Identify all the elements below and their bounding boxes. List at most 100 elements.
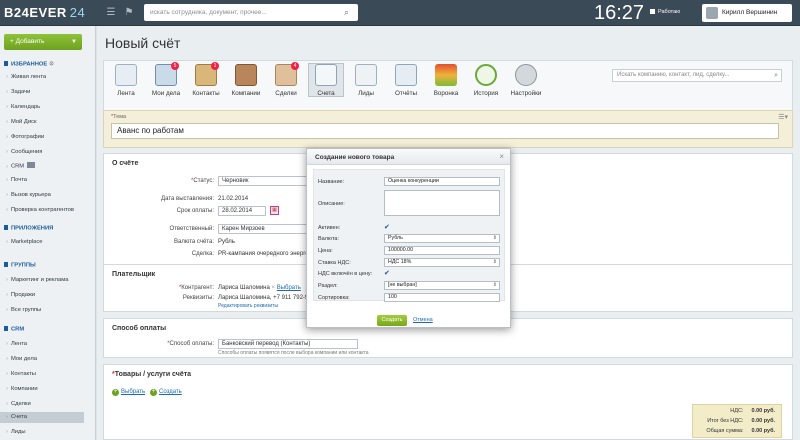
issued-value: 21.02.2014: [218, 196, 249, 202]
gear-icon[interactable]: ⚙: [49, 62, 54, 68]
section-menu-icon[interactable]: ☰▾: [778, 113, 788, 121]
name-input[interactable]: Оценка конкуренции: [384, 177, 500, 186]
close-icon[interactable]: ×: [499, 152, 504, 161]
companies-icon: [235, 64, 257, 86]
page-title: Новый счёт: [105, 35, 181, 51]
sidebar-item-disk[interactable]: Мой Диск: [6, 119, 37, 125]
sidebar-item-marketplace[interactable]: Marketplace: [6, 239, 43, 245]
plus-icon: +: [150, 389, 157, 396]
section-groups[interactable]: ГРУППЫ: [4, 262, 36, 269]
sidebar-item-crm-feed[interactable]: Лента: [6, 341, 27, 347]
sidebar-item-leads[interactable]: Лиды: [6, 429, 26, 435]
requisites-label: Реквизиты:: [182, 295, 214, 301]
global-search-input[interactable]: искать сотрудника, документ, прочее... ⌕: [144, 4, 358, 21]
status-icon: [650, 9, 655, 14]
settings-icon: [515, 64, 537, 86]
sidebar-item-crm[interactable]: CRM: [6, 162, 36, 170]
tab-settings[interactable]: Настройки: [508, 64, 544, 97]
sidebar-item-contacts[interactable]: Контакты: [6, 371, 36, 377]
currency-label: Валюта:: [318, 236, 339, 242]
theme-label: *Тема: [111, 114, 127, 120]
menu-icon[interactable]: ☰: [104, 6, 118, 20]
tab-leads[interactable]: Лиды: [348, 64, 384, 97]
counterparty-label: *Контрагент:: [178, 285, 214, 291]
sidebar-item-feed[interactable]: Живая лента: [6, 74, 46, 80]
price-input[interactable]: 100000.00: [384, 246, 500, 255]
add-button[interactable]: + Добавить ▼: [4, 34, 82, 50]
currency-select[interactable]: Рубль: [384, 234, 500, 243]
counterparty-value: Лариса Шаломина × Выбрать: [218, 285, 301, 291]
tab-invoices[interactable]: Счета: [308, 63, 344, 97]
sidebar-item-companies[interactable]: Компании: [6, 386, 38, 392]
create-button[interactable]: Создать: [377, 315, 407, 326]
sidebar-item-photos[interactable]: Фотографии: [6, 134, 44, 140]
vat-rate-label: Ставка НДС:: [318, 260, 351, 266]
theme-input[interactable]: Аванс по работам: [111, 123, 779, 139]
section-favorites[interactable]: ИЗБРАННОЕ ⚙: [4, 61, 54, 68]
sidebar-item-deals[interactable]: Сделки: [6, 401, 31, 407]
vat-included-checkbox[interactable]: ✔: [384, 270, 391, 277]
deal-value[interactable]: PR-кампания очередного энергет: [218, 251, 311, 257]
section-crm[interactable]: CRM: [4, 326, 24, 333]
sidebar-item-my-tasks[interactable]: Мои дела: [6, 356, 37, 362]
contacts-icon: 1: [195, 62, 219, 86]
sidebar-item-sales[interactable]: Продажи: [6, 292, 35, 298]
description-label: Описание:: [318, 201, 345, 207]
calendar-icon[interactable]: ▦: [270, 206, 279, 215]
vat-rate-select[interactable]: НДС 18%: [384, 258, 500, 267]
sidebar-item-marketing[interactable]: Маркетинг и реклама: [6, 277, 69, 283]
status-select[interactable]: Черновик: [218, 176, 308, 186]
responsible-label: Ответственный:: [169, 226, 214, 232]
tab-my-tasks[interactable]: 5 Мои дела: [148, 62, 184, 97]
feed-icon: [115, 64, 137, 86]
sidebar-item-courier[interactable]: Вызов курьера: [6, 192, 51, 198]
description-textarea[interactable]: [384, 190, 500, 216]
tab-reports[interactable]: Отчёты: [388, 64, 424, 97]
section-apps[interactable]: ПРИЛОЖЕНИЯ: [4, 225, 53, 232]
edit-requisites-link[interactable]: Редактировать реквизиты: [218, 303, 278, 309]
crm-search-input[interactable]: Искать компанию, контакт, лид, сделку...…: [612, 69, 782, 82]
currency-value: Рубль: [218, 239, 235, 245]
sort-input[interactable]: 100: [384, 293, 500, 302]
crm-icon: [27, 162, 36, 168]
logo[interactable]: B24EVER 24: [4, 5, 85, 20]
responsible-input[interactable]: Карен Мирзоев: [218, 224, 308, 234]
search-icon[interactable]: ⌕: [344, 7, 354, 17]
tab-contacts[interactable]: 1 Контакты: [188, 62, 224, 97]
net-total: Итог без НДС: 0.00 руб.: [707, 418, 775, 424]
payment-method-label: *Способ оплаты:: [167, 341, 214, 347]
chevron-down-icon: ▼: [71, 39, 77, 45]
sidebar-item-mail[interactable]: Почта: [6, 177, 27, 183]
counterparty-select-link[interactable]: Выбрать: [277, 285, 301, 291]
tab-funnel[interactable]: Воронка: [428, 64, 464, 97]
tab-history[interactable]: История: [468, 64, 504, 97]
goods-select-link[interactable]: + Выбрать: [112, 389, 145, 396]
section-select[interactable]: [не выбран]: [384, 281, 500, 290]
goods-panel: *Товары / услуги счёта + Выбрать + Создать: [103, 364, 793, 440]
cancel-link[interactable]: Отмена: [413, 317, 433, 323]
invoices-icon: [315, 64, 337, 86]
status-label: *Статус:: [191, 178, 214, 184]
goods-create-link[interactable]: + Создать: [150, 389, 182, 396]
worktime-status[interactable]: Работаю: [650, 9, 680, 15]
tab-deals[interactable]: 4 Сделки: [268, 62, 304, 97]
tab-feed[interactable]: Лента: [108, 64, 144, 97]
about-title: О счёте: [112, 160, 139, 167]
flag-icon[interactable]: ⚑: [122, 6, 136, 20]
funnel-icon: [435, 64, 457, 86]
sidebar-item-invoices[interactable]: Счета: [6, 414, 27, 420]
active-checkbox[interactable]: ✔: [384, 224, 391, 231]
search-icon[interactable]: ⌕: [774, 71, 778, 80]
sidebar-item-tasks[interactable]: Задачи: [6, 89, 30, 95]
sidebar-item-calendar[interactable]: Календарь: [6, 104, 40, 110]
reports-icon: [395, 64, 417, 86]
due-date-input[interactable]: 28.02.2014: [218, 206, 266, 216]
tab-companies[interactable]: Компании: [228, 64, 264, 97]
sidebar-item-messages[interactable]: Сообщения: [6, 149, 42, 155]
dialog-header[interactable]: Создание нового товара ×: [307, 149, 510, 165]
payment-method-select[interactable]: Банковский перевод (Контакты): [218, 339, 358, 349]
sidebar-item-check-counterparty[interactable]: Проверка контрагентов: [6, 207, 74, 213]
sidebar-item-all-groups[interactable]: Все группы: [6, 307, 41, 313]
vat-included-label: НДС включён в цену:: [318, 271, 373, 277]
user-menu[interactable]: Кирилл Вершинин: [702, 4, 792, 22]
